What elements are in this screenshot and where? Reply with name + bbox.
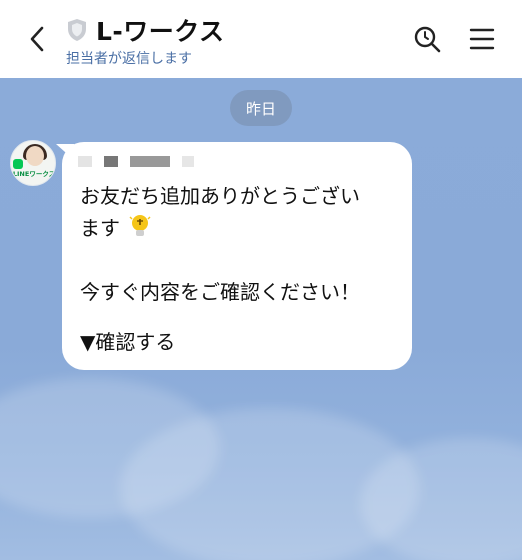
chat-header: L-ワークス 担当者が返信します: [0, 0, 522, 78]
back-icon: [30, 26, 44, 52]
search-icon: [414, 26, 441, 53]
confirm-link[interactable]: ▼確認する: [80, 326, 400, 358]
chat-title: L-ワークス: [96, 17, 225, 46]
message-line-with-emoji: ます: [80, 212, 400, 244]
message-line: お友だち追加ありがとうござい: [80, 184, 360, 208]
menu-button[interactable]: [464, 22, 500, 56]
avatar-label: LINEワークス: [12, 170, 56, 178]
shield-icon: [68, 19, 86, 41]
message-bubble[interactable]: お友だち追加ありがとうござい ます 今すぐ内容をご確認ください！ ▼確認する: [62, 142, 412, 370]
sender-name-redacted: [78, 154, 218, 168]
lightbulb-emoji-icon: [129, 215, 151, 236]
avatar-face: [26, 146, 44, 166]
menu-icon: [469, 28, 495, 50]
message-text: ます: [80, 216, 120, 240]
search-button[interactable]: [410, 22, 444, 56]
message-line: 今すぐ内容をご確認ください！: [80, 280, 360, 304]
back-button[interactable]: [20, 22, 54, 56]
date-separator: 昨日: [230, 90, 292, 126]
chat-subtitle: 担当者が返信します: [66, 51, 192, 67]
avatar[interactable]: LINEワークス: [10, 140, 56, 186]
chat-area[interactable]: 昨日 LINEワークス お友だち追加ありがとうござい ます 今すぐ内容をご確認く…: [0, 78, 522, 560]
